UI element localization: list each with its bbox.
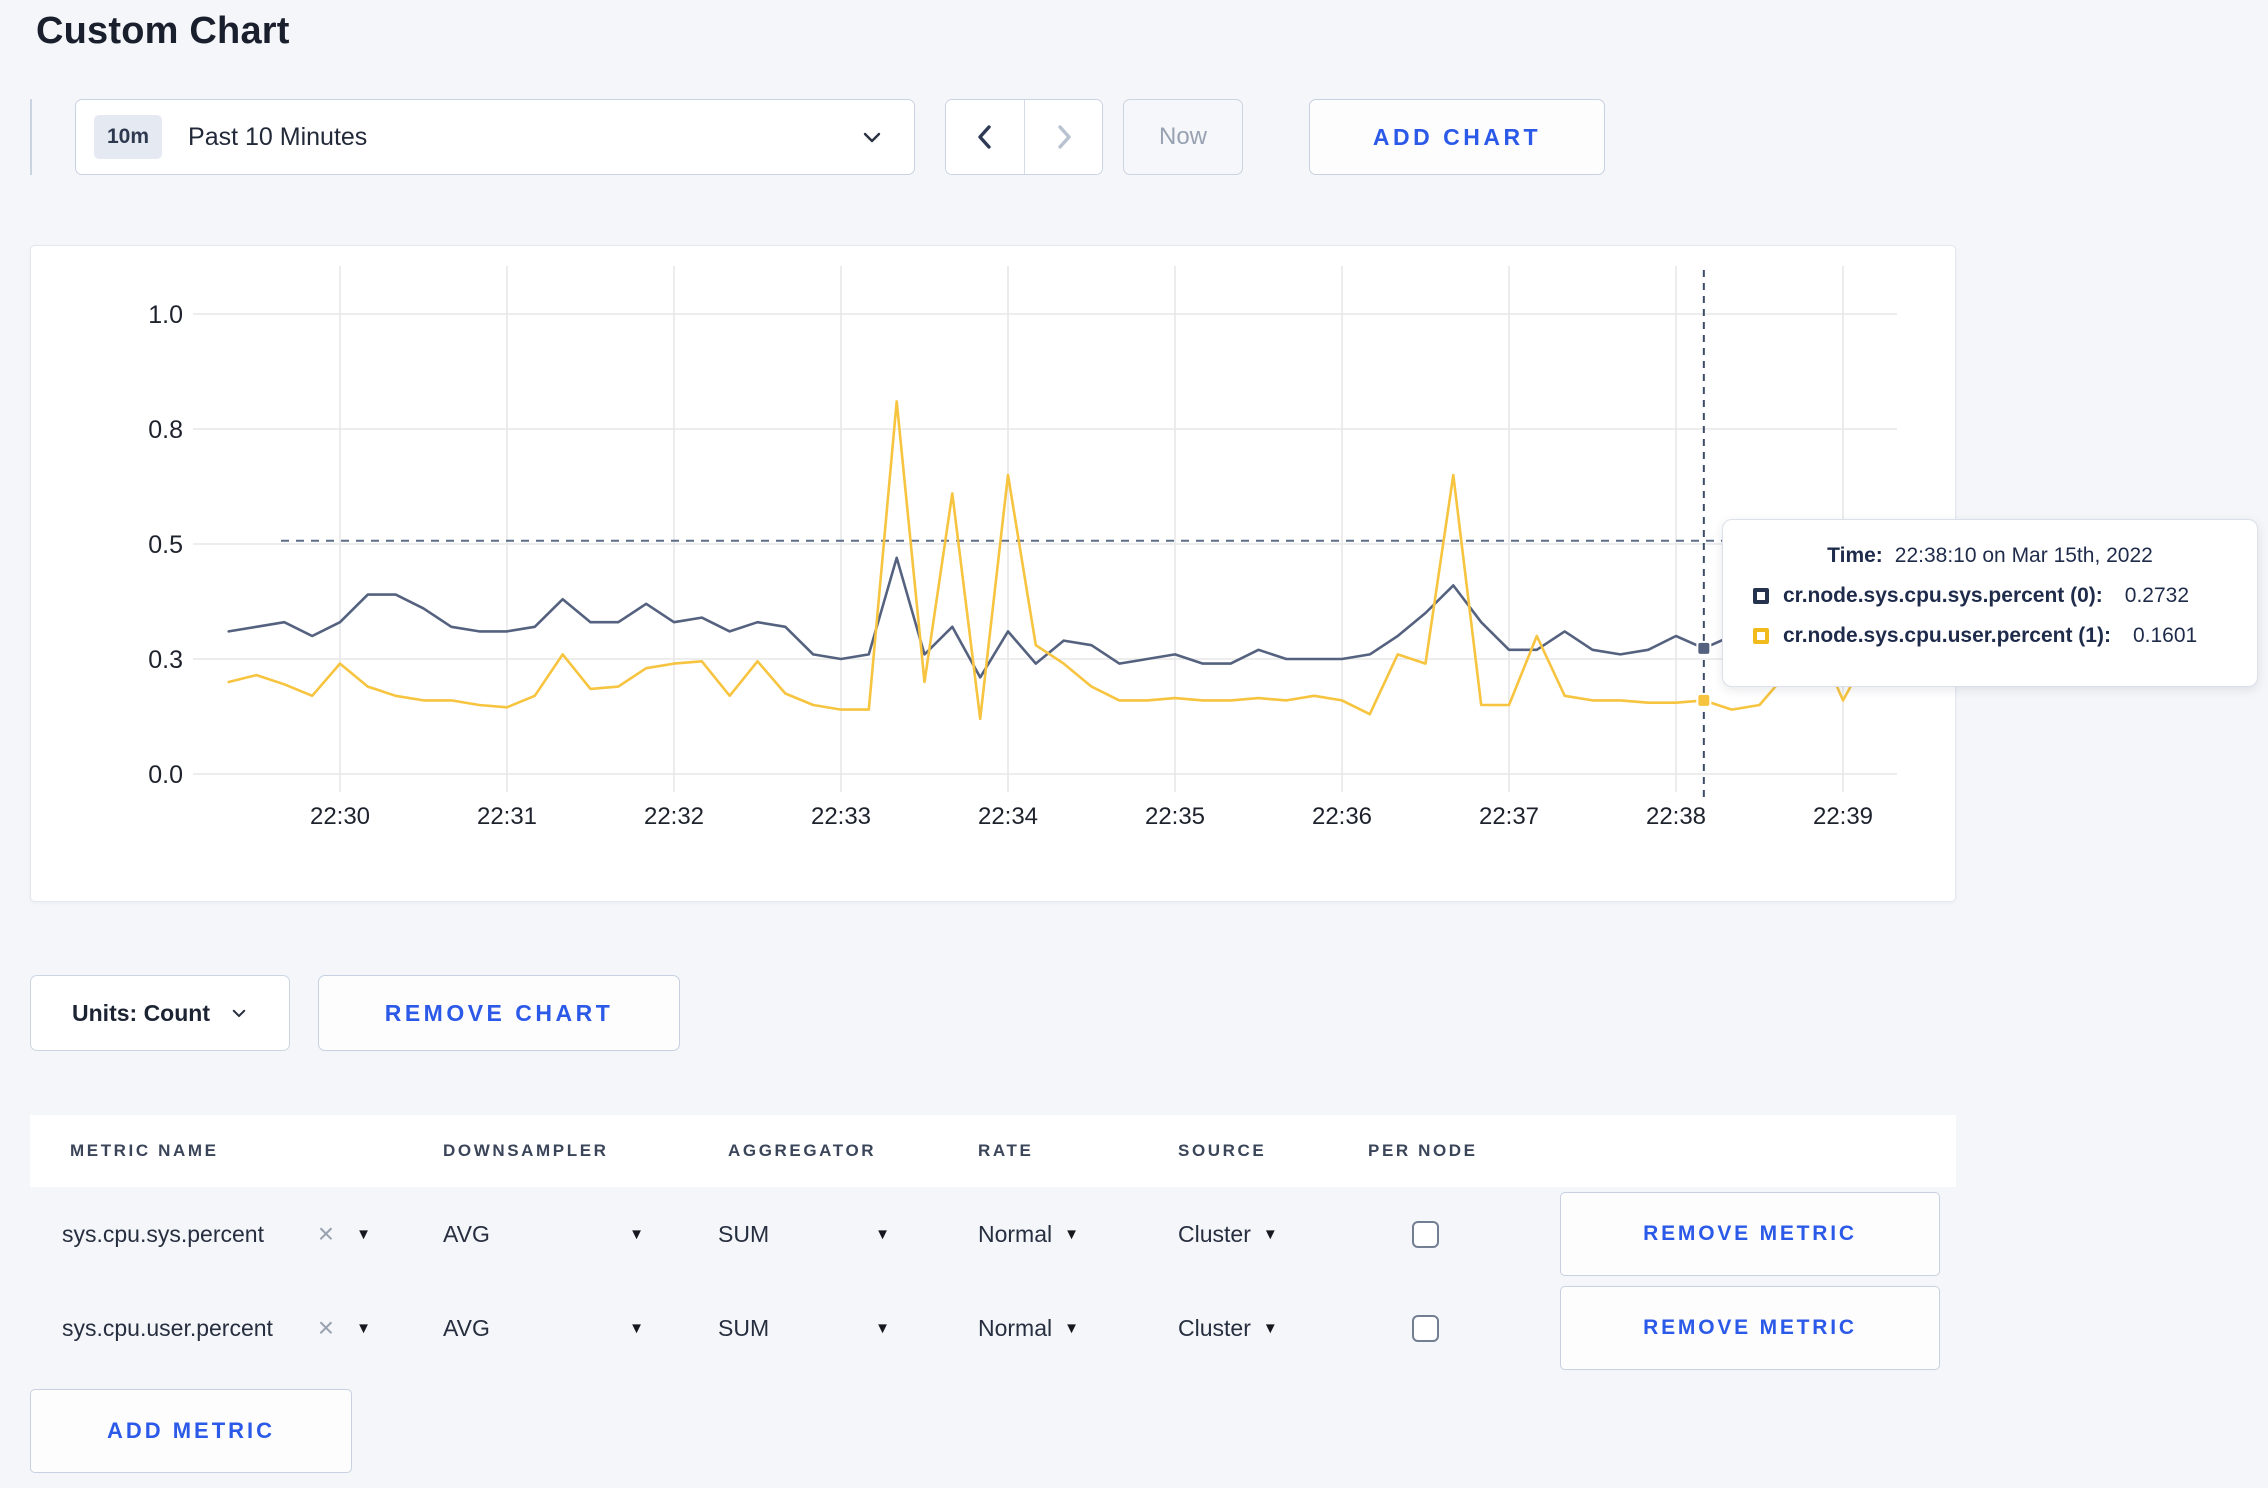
- metrics-table: METRIC NAME DOWNSAMPLER AGGREGATOR RATE …: [30, 1115, 1956, 1473]
- column-header-source: SOURCE: [1178, 1141, 1267, 1160]
- remove-chart-button[interactable]: REMOVE CHART: [318, 975, 680, 1051]
- chart-controls: Units: Count REMOVE CHART: [30, 975, 2268, 1051]
- tooltip-series-name: cr.node.sys.cpu.user.percent (1):: [1783, 624, 2111, 647]
- page-title: Custom Chart: [36, 10, 290, 52]
- caret-down-icon: ▼: [875, 1319, 890, 1337]
- x-axis-tick-label: 22:34: [978, 803, 1038, 830]
- rate-select[interactable]: Normal ▼: [940, 1221, 1140, 1248]
- y-axis-tick-label: 0.0: [148, 761, 183, 789]
- tooltip-series-row: cr.node.sys.cpu.user.percent (1): 0.1601: [1753, 624, 2257, 648]
- crosshair-dot-1: [1696, 692, 1712, 708]
- tooltip-series-value: 0.1601: [2132, 624, 2198, 647]
- y-axis-tick-label: 0.3: [148, 646, 183, 674]
- x-axis-tick-label: 22:30: [310, 803, 370, 830]
- x-axis-tick-label: 22:37: [1479, 803, 1539, 830]
- downsampler-value: AVG: [443, 1314, 490, 1341]
- source-select[interactable]: Cluster ▼: [1140, 1315, 1330, 1342]
- downsampler-select[interactable]: AVG ▼: [405, 1221, 690, 1248]
- x-axis-tick-label: 22:31: [477, 803, 537, 830]
- time-range-label: Past 10 Minutes: [188, 122, 368, 151]
- time-forward-button[interactable]: [1024, 100, 1102, 174]
- metric-name-value: sys.cpu.sys.percent: [62, 1220, 264, 1247]
- time-toolbar: 10m Past 10 Minutes Now ADD CHART: [30, 99, 2268, 175]
- aggregator-select[interactable]: SUM ▼: [690, 1221, 940, 1248]
- caret-down-icon: ▼: [875, 1225, 890, 1243]
- tooltip-time: Time: 22:38:10 on Mar 15th, 2022: [1723, 544, 2257, 568]
- metric-name-select[interactable]: sys.cpu.sys.percent × ▼: [30, 1220, 405, 1248]
- chart-tooltip: Time: 22:38:10 on Mar 15th, 2022 cr.node.…: [1722, 519, 2258, 687]
- x-axis-tick-label: 22:36: [1312, 803, 1372, 830]
- clear-metric-icon[interactable]: ×: [318, 1314, 334, 1342]
- source-value: Cluster: [1178, 1314, 1251, 1341]
- metric-name-select[interactable]: sys.cpu.user.percent × ▼: [30, 1314, 405, 1342]
- per-node-checkbox[interactable]: [1412, 1314, 1439, 1342]
- x-axis-tick-label: 22:38: [1646, 803, 1706, 830]
- crosshair-dot-0: [1696, 640, 1712, 656]
- add-chart-button[interactable]: ADD CHART: [1309, 99, 1605, 175]
- caret-down-icon: ▼: [629, 1319, 644, 1337]
- caret-down-icon: ▼: [356, 1319, 371, 1337]
- rate-value: Normal: [978, 1314, 1053, 1341]
- add-metric-button[interactable]: ADD METRIC: [30, 1389, 352, 1473]
- caret-down-icon: ▼: [1262, 1319, 1278, 1337]
- time-range-dropdown[interactable]: 10m Past 10 Minutes: [75, 99, 915, 175]
- column-header-per-node: PER NODE: [1368, 1141, 1478, 1160]
- tooltip-series-row: cr.node.sys.cpu.sys.percent (0): 0.2732: [1753, 584, 2257, 608]
- now-button[interactable]: Now: [1123, 99, 1243, 175]
- x-axis-tick-label: 22:33: [811, 803, 871, 830]
- clear-metric-icon[interactable]: ×: [318, 1220, 334, 1248]
- metric-name-value: sys.cpu.user.percent: [62, 1314, 273, 1341]
- time-series-chart[interactable]: 22:30 22:31 22:32 22:33 22:34 22:35 22:36 22:37…: [31, 246, 1955, 886]
- caret-down-icon: ▼: [1064, 1225, 1079, 1243]
- aggregator-value: SUM: [718, 1220, 770, 1247]
- toolbar-divider: [30, 99, 32, 175]
- caret-down-icon: ▼: [1262, 1225, 1278, 1243]
- aggregator-select[interactable]: SUM ▼: [690, 1315, 940, 1342]
- per-node-checkbox[interactable]: [1412, 1220, 1439, 1248]
- y-axis-tick-label: 0.5: [148, 531, 183, 559]
- x-axis-tick-label: 22:32: [644, 803, 704, 830]
- y-axis-tick-label: 1.0: [148, 301, 183, 329]
- column-header-downsampler: DOWNSAMPLER: [443, 1141, 609, 1160]
- tooltip-series-name: cr.node.sys.cpu.sys.percent (0):: [1783, 584, 2103, 607]
- chevron-right-icon: [1057, 125, 1071, 149]
- source-value: Cluster: [1178, 1220, 1251, 1247]
- caret-down-icon: ▼: [1064, 1319, 1079, 1337]
- column-header-metric-name: METRIC NAME: [70, 1141, 219, 1160]
- time-back-button[interactable]: [946, 100, 1024, 174]
- caret-down-icon: ▼: [356, 1225, 371, 1243]
- column-header-aggregator: AGGREGATOR: [728, 1141, 877, 1160]
- x-axis-tick-label: 22:35: [1145, 803, 1205, 830]
- chevron-down-icon: [232, 1009, 246, 1017]
- column-header-rate: RATE: [978, 1141, 1034, 1160]
- tooltip-time-label: Time:: [1827, 544, 1883, 567]
- downsampler-value: AVG: [443, 1220, 490, 1247]
- x-axis-tick-label: 22:39: [1813, 803, 1873, 830]
- caret-down-icon: ▼: [629, 1225, 644, 1243]
- rate-value: Normal: [978, 1220, 1053, 1247]
- units-label: Units: Count: [72, 999, 210, 1026]
- chevron-left-icon: [978, 125, 991, 149]
- legend-square-icon: [1753, 628, 1769, 644]
- downsampler-select[interactable]: AVG ▼: [405, 1315, 690, 1342]
- tooltip-time-value: 22:38:10 on Mar 15th, 2022: [1894, 544, 2153, 567]
- legend-square-icon: [1753, 588, 1769, 604]
- remove-metric-button[interactable]: REMOVE METRIC: [1560, 1192, 1940, 1276]
- table-row: sys.cpu.sys.percent × ▼ AVG ▼ SUM ▼ Norm…: [30, 1187, 1956, 1281]
- y-axis-tick-label: 0.8: [148, 416, 183, 444]
- tooltip-series-value: 0.2732: [2124, 584, 2190, 607]
- source-select[interactable]: Cluster ▼: [1140, 1221, 1330, 1248]
- series-line-1: [227, 400, 1873, 721]
- chart-panel: 22:30 22:31 22:32 22:33 22:34 22:35 22:36 22:37…: [30, 245, 1956, 902]
- tooltip-series-list: cr.node.sys.cpu.sys.percent (0): 0.2732 cr…: [1753, 584, 2257, 648]
- time-pager: [945, 99, 1103, 175]
- metrics-table-header: METRIC NAME DOWNSAMPLER AGGREGATOR RATE …: [30, 1115, 1956, 1187]
- remove-metric-button[interactable]: REMOVE METRIC: [1560, 1286, 1940, 1370]
- aggregator-value: SUM: [718, 1314, 770, 1341]
- rate-select[interactable]: Normal ▼: [940, 1315, 1140, 1342]
- units-dropdown[interactable]: Units: Count: [30, 975, 290, 1051]
- chevron-down-icon: [860, 125, 884, 149]
- table-row: sys.cpu.user.percent × ▼ AVG ▼ SUM ▼ Nor…: [30, 1281, 1956, 1375]
- time-range-badge: 10m: [94, 115, 163, 159]
